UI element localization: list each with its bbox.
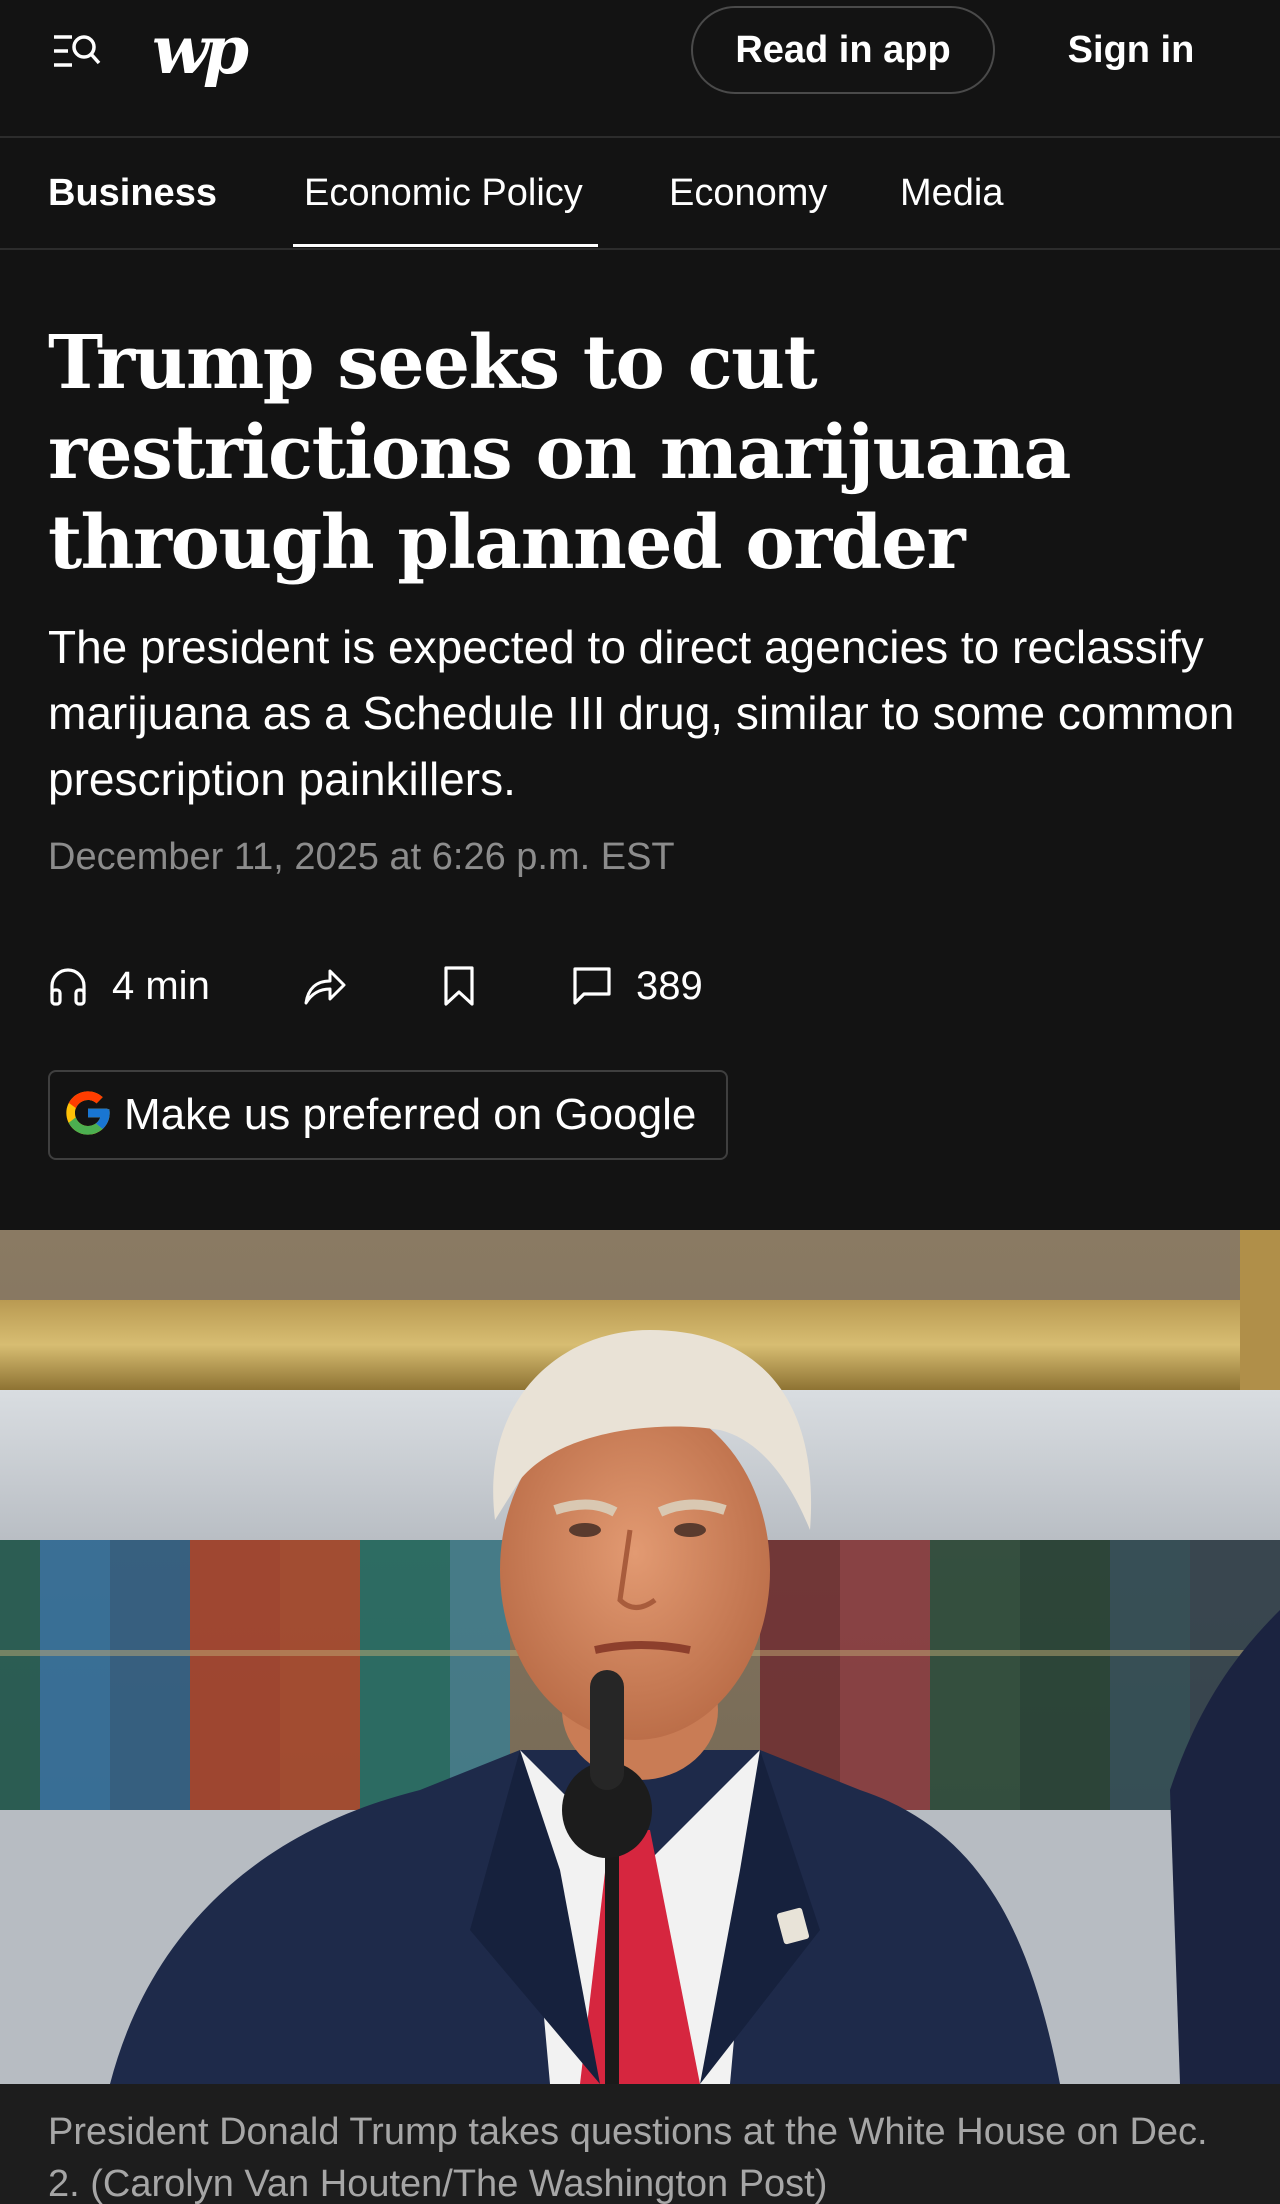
- nav-item-economy[interactable]: Economy: [669, 138, 827, 248]
- article-dateline: December 11, 2025 at 6:26 p.m. EST: [48, 836, 675, 878]
- photo-caption-bar: President Donald Trump takes questions a…: [0, 2084, 1280, 2204]
- article-dek: The president is expected to direct agen…: [48, 621, 1235, 805]
- comments-button[interactable]: 389: [572, 950, 703, 1022]
- washington-post-logo[interactable]: wp: [152, 10, 249, 90]
- comment-icon: [572, 966, 612, 1006]
- article-actions: 4 min 389: [48, 950, 848, 1022]
- share-button[interactable]: [302, 950, 348, 1022]
- nav-overflow-fade: [1060, 138, 1280, 248]
- google-g-icon: [62, 1087, 114, 1144]
- bookmark-icon: [442, 965, 476, 1007]
- comments-count: 389: [636, 963, 703, 1008]
- nav-item-economic-policy[interactable]: Economic Policy: [304, 138, 583, 248]
- preferred-on-google-label: Make us preferred on Google: [124, 1090, 697, 1139]
- article-headline: Trump seeks to cut restrictions on marij…: [48, 320, 1072, 586]
- read-in-app-button[interactable]: Read in app: [691, 6, 995, 94]
- photo-caption: President Donald Trump takes questions a…: [48, 2111, 1208, 2204]
- bookmark-button[interactable]: [442, 950, 476, 1022]
- listen-button[interactable]: 4 min: [48, 950, 210, 1022]
- menu-search-icon[interactable]: [50, 28, 104, 74]
- listen-duration: 4 min: [112, 963, 210, 1008]
- nav-item-media[interactable]: Media: [900, 138, 1004, 248]
- section-nav: Business Economic Policy Economy Media: [0, 138, 1280, 250]
- sign-in-button[interactable]: Sign in: [1040, 6, 1222, 94]
- top-bar: wp Read in app Sign in: [0, 0, 1280, 138]
- article-lead-photo: [0, 1230, 1280, 2084]
- headphones-icon: [48, 964, 88, 1008]
- preferred-on-google-button[interactable]: Make us preferred on Google: [48, 1070, 728, 1160]
- share-icon: [302, 965, 348, 1007]
- nav-selected-underline: [293, 244, 598, 247]
- nav-item-business[interactable]: Business: [48, 138, 217, 248]
